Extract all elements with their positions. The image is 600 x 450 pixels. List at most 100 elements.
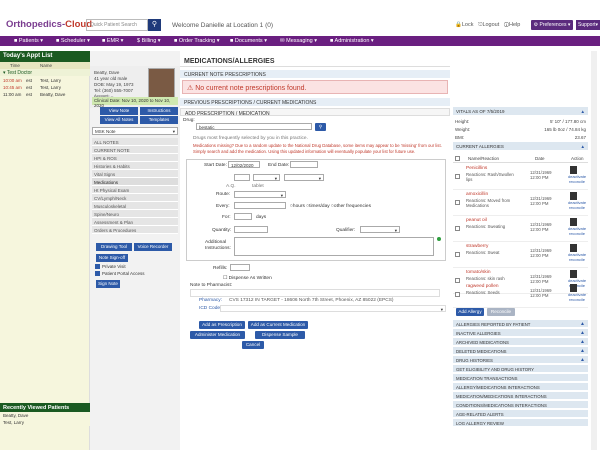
dispense-sample-button[interactable]: Dispense Sample — [255, 331, 305, 339]
lock-link[interactable]: 🔒Lock — [455, 22, 473, 28]
pharmacist-note-input[interactable] — [190, 289, 440, 297]
sign-note-button[interactable]: Sign Note — [96, 280, 120, 288]
allergy-checkbox[interactable] — [455, 226, 460, 231]
allergies-header[interactable]: CURRENT ALLERGIES ▲ — [453, 142, 588, 150]
allergy-checkbox[interactable] — [455, 292, 460, 297]
templates-button[interactable]: Templates — [140, 116, 178, 124]
allergy-checkbox[interactable] — [455, 200, 460, 205]
trash-icon[interactable] — [570, 270, 577, 278]
start-date-input[interactable]: 12/02/2020 — [228, 161, 260, 168]
portal-access-checkbox[interactable]: Patient Portal Access — [95, 271, 145, 277]
trash-icon[interactable] — [570, 192, 577, 200]
appt-row[interactable]: 11:00 am est Beatty, Dave — [0, 91, 90, 98]
scrollbar[interactable] — [591, 51, 597, 450]
trash-icon[interactable] — [570, 218, 577, 226]
section-allergy-med-interactions[interactable]: ALLERGY/MEDICATIONS INTERACTIONS — [453, 383, 588, 391]
allergy-row[interactable]: strawberry Reactions: Sweat 12/31/1969 12:0… — [453, 242, 588, 268]
form-select[interactable]: ▾ — [284, 174, 324, 181]
dispense-checkbox[interactable]: ☐ Dispense As Written — [223, 276, 272, 281]
doctor-group[interactable]: ▾ Test Doctor — [0, 69, 90, 76]
section-age-alerts[interactable]: AGE-RELATED ALERTS — [453, 410, 588, 418]
note-section-cv[interactable]: CV/Lymph/Neck — [92, 194, 178, 202]
frequency-options[interactable]: ○hours ○times/day ○other frequencies — [290, 204, 371, 209]
add-allergy-button[interactable]: Add Allergy — [456, 308, 484, 316]
strength-unit-select[interactable]: ▾ — [253, 174, 280, 181]
instructions-button[interactable]: Instructions — [140, 107, 178, 115]
note-section-orders[interactable]: Orders & Procedures — [92, 226, 178, 234]
nav-messaging[interactable]: ✉ Messaging ▾ — [280, 36, 317, 46]
drug-input[interactable]: bestatic — [196, 123, 312, 130]
patient-search-input[interactable]: Quick Patient Search — [86, 19, 148, 31]
allergy-row[interactable]: Penicillins Reactions: Rash/Swollen lips 1… — [453, 164, 588, 190]
voice-recorder-button[interactable]: Voice Recorder — [134, 243, 172, 251]
for-input[interactable] — [234, 213, 252, 220]
help-link[interactable]: ⓘHelp — [504, 22, 520, 28]
note-section-hpi[interactable]: HPI & ROS — [92, 154, 178, 162]
section-allergy-review-log[interactable]: LOG ALLERGY REVIEW — [453, 419, 588, 427]
section-inactive-allergies[interactable]: INACTIVE ALLERGIES ▲ — [453, 329, 588, 337]
nav-order-tracking[interactable]: ■ Order Tracking ▾ — [174, 36, 220, 46]
reconcile-button[interactable]: Reconcile — [487, 308, 515, 316]
trash-icon[interactable] — [570, 244, 577, 252]
drug-search-button[interactable]: ⚲ — [315, 123, 326, 131]
pharmacy-value[interactable]: CVS 17312 IN TARGET - 18606 North 7th St… — [229, 298, 394, 303]
administer-medication-button[interactable]: Administer Medication — [190, 331, 245, 339]
recent-patient-row[interactable]: Test, Larry — [0, 419, 90, 426]
note-section-exam[interactable]: Ht Physical Exam — [92, 186, 178, 194]
instructions-textarea[interactable] — [234, 237, 434, 256]
visit-dates[interactable]: Clinical Date: Nov 10, 2020 to Nov 10, 2… — [92, 97, 178, 108]
note-type-select[interactable]: MSK Note ▾ — [92, 127, 178, 135]
preferences-button[interactable]: ⚙ Preferences ▾ — [531, 20, 573, 30]
allergy-row[interactable]: ragweed pollen Reactions: Seeds 12/31/1969… — [453, 282, 588, 308]
note-section-msk[interactable]: Musculoskeletal — [92, 202, 178, 210]
allergy-row[interactable]: peanut oil Reactions: Sweating 12/31/1969 1… — [453, 216, 588, 242]
support-button[interactable]: Support▾ — [576, 20, 600, 30]
quantity-input[interactable] — [234, 226, 268, 233]
appt-row[interactable]: 10:00 am est Test, Larry — [0, 77, 90, 84]
add-prescription-button[interactable]: Add as Prescription — [199, 321, 245, 329]
note-signoff-button[interactable]: Note Sign-off — [96, 254, 128, 262]
strength-input[interactable] — [234, 174, 250, 181]
note-section-all[interactable]: ALL NOTES — [92, 138, 178, 146]
end-date-input[interactable] — [290, 161, 318, 168]
deactivate-reconcile-link[interactable]: deactivate reconcile — [566, 292, 588, 302]
section-med-med-interactions[interactable]: MEDICATION/MEDICATIONS INTERACTIONS — [453, 392, 588, 400]
private-visit-checkbox[interactable]: Private Visit — [95, 264, 126, 270]
nav-billing[interactable]: $ Billing ▾ — [137, 36, 161, 46]
refills-input[interactable] — [230, 264, 250, 271]
search-icon[interactable]: ⚲ — [148, 19, 161, 31]
deactivate-reconcile-link[interactable]: deactivate reconcile — [566, 252, 588, 262]
trash-icon[interactable] — [570, 284, 577, 292]
allergy-row[interactable]: amoxicillin Reactions: Moved from Medicat… — [453, 190, 588, 216]
deactivate-reconcile-link[interactable]: deactivate reconcile — [566, 174, 588, 184]
note-section-histories[interactable]: Histories & Habits — [92, 162, 178, 170]
recent-patient-row[interactable]: Beatty, Dave — [0, 412, 90, 419]
deactivate-reconcile-link[interactable]: deactivate reconcile — [566, 226, 588, 236]
view-all-notes-button[interactable]: View All Notes — [100, 116, 138, 124]
note-section-current[interactable]: CURRENT NOTE — [92, 146, 178, 154]
nav-emr[interactable]: ■ EMR ▾ — [102, 36, 123, 46]
section-archived-medications[interactable]: ARCHIVED MEDICATIONS ▲ — [453, 338, 588, 346]
note-section-spine[interactable]: Spine/Neuro — [92, 210, 178, 218]
note-section-medications[interactable]: Medications — [92, 178, 178, 186]
allergy-checkbox[interactable] — [455, 174, 460, 179]
note-section-assessment[interactable]: Assessment & Plan — [92, 218, 178, 226]
route-select[interactable]: ▾ — [234, 191, 286, 198]
cancel-button[interactable]: Cancel — [242, 341, 264, 349]
add-current-medication-button[interactable]: Add as Current Medication — [248, 321, 308, 329]
section-deleted-medications[interactable]: DELETED MEDICATIONS ▲ — [453, 347, 588, 355]
trash-icon[interactable] — [570, 166, 577, 174]
qualifier-select[interactable]: ▾ — [360, 226, 400, 233]
view-note-button[interactable]: View Note — [100, 107, 138, 115]
vitals-header[interactable]: VITALS AS OF 7/5/2019 ▲ — [453, 107, 588, 115]
section-condition-med-interactions[interactable]: CONDITIONS/MEDICATIONS INTERACTIONS — [453, 401, 588, 409]
appt-row[interactable]: 10:45 am est Test, Larry — [0, 84, 90, 91]
section-med-transactions[interactable]: MEDICATION TRANSACTIONS — [453, 374, 588, 382]
previous-prescriptions-header[interactable]: PREVIOUS PRESCRIPTIONS / CURRENT MEDICAT… — [180, 98, 450, 106]
nav-administration[interactable]: ■ Administration ▾ — [330, 36, 374, 46]
app-logo[interactable]: Orthopedics-Cloud — [6, 19, 92, 30]
deactivate-reconcile-link[interactable]: deactivate reconcile — [566, 200, 588, 210]
select-all-checkbox[interactable] — [455, 156, 460, 161]
every-input[interactable] — [234, 202, 286, 209]
section-drug-histories[interactable]: DRUG HISTORIES ▲ — [453, 356, 588, 364]
